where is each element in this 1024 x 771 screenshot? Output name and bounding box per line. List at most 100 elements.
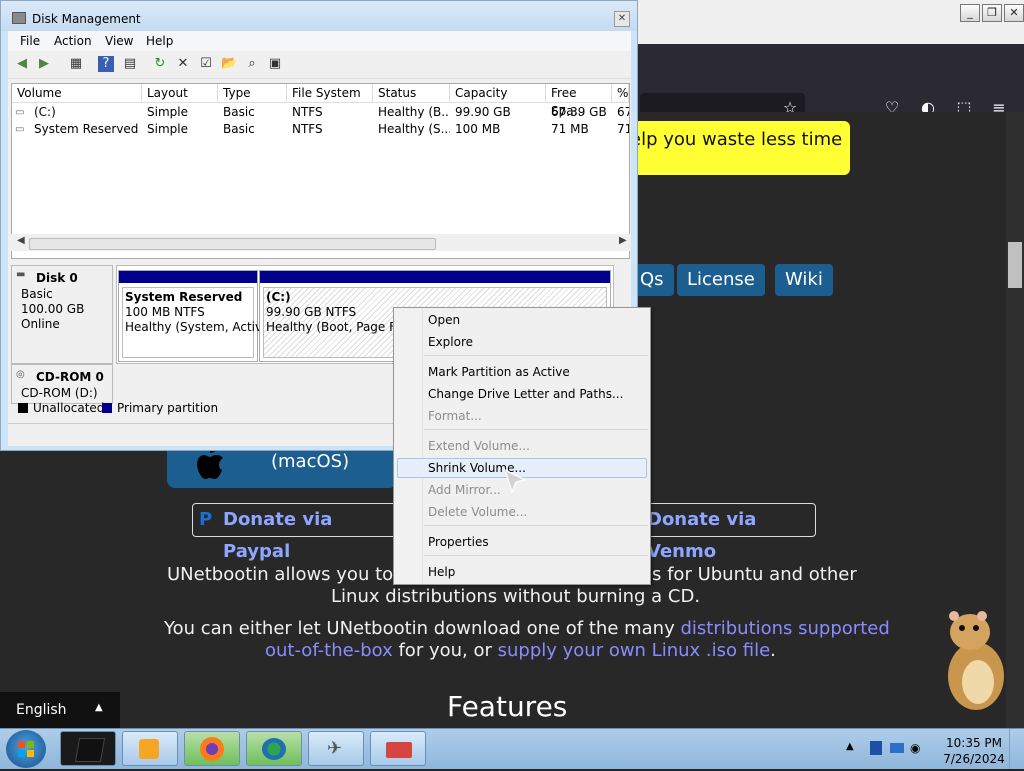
paypal-icon: P [199, 509, 213, 530]
scrollbar-thumb[interactable] [1008, 242, 1022, 288]
language-label: English [16, 702, 67, 718]
volume-type: Basic [223, 122, 255, 136]
column-capacity[interactable]: Capacity [450, 84, 546, 102]
taskbar-toolbox[interactable] [370, 731, 426, 766]
column-file-system[interactable]: File System [287, 84, 373, 102]
menu-item-extend-volume[interactable]: Extend Volume... [428, 436, 530, 456]
volume-name: System Reserved [34, 122, 139, 136]
donate-venmo-button[interactable]: Donate via Venmo [640, 503, 816, 562]
volume-status: Healthy (B... [378, 105, 450, 119]
taskbar-unetbootin[interactable]: ✈ [308, 731, 364, 766]
tray-volume-icon[interactable]: ◉ [910, 741, 920, 755]
taskbar-network[interactable] [246, 731, 302, 766]
menu-action[interactable]: Action [54, 34, 92, 48]
column-free-space[interactable]: Free Spa... [546, 84, 612, 118]
download-text-line2: out-of-the-box for you, or supply your o… [265, 640, 776, 661]
table-row[interactable]: ▭ System Reserved Simple Basic NTFS Heal… [12, 121, 629, 138]
menu-file[interactable]: File [20, 34, 40, 48]
volume-name: (C:) [34, 105, 56, 119]
donate-venmo-label: Donate via Venmo [647, 509, 757, 562]
scroll-right-icon[interactable]: ▶ [619, 235, 627, 246]
menu-separator [424, 429, 648, 430]
donate-paypal-button[interactable]: P Donate via Paypal [192, 503, 397, 562]
volume-fs: NTFS [292, 122, 323, 136]
volume-pct: 67 [617, 105, 629, 119]
menu-item-help[interactable]: Help [428, 562, 455, 582]
clock[interactable]: 10:35 PM 7/26/2024 [940, 735, 1008, 767]
properties-icon[interactable]: ▤ [122, 56, 138, 72]
menu-bar: File Action View Help [8, 31, 631, 51]
menu-item-open[interactable]: Open [428, 310, 460, 330]
legend-primary: Primary partition [117, 401, 219, 415]
refresh-icon[interactable]: ↻ [152, 56, 168, 72]
taskbar-app-window[interactable] [60, 731, 116, 766]
menu-item-add-mirror[interactable]: Add Mirror... [428, 480, 501, 500]
disk0-state: Online [21, 317, 60, 331]
scroll-left-icon[interactable]: ◀ [17, 235, 25, 246]
column-layout[interactable]: Layout [142, 84, 218, 102]
partition-status: Healthy (System, Active [125, 320, 270, 334]
volume-layout: Simple [147, 122, 188, 136]
column-percent-free[interactable]: % [612, 84, 629, 102]
minimize-button[interactable]: _ [960, 4, 980, 22]
disk0-panel[interactable]: ▬ Disk 0 Basic 100.00 GB Online [11, 265, 113, 364]
rocket-icon: ✈ [327, 738, 343, 759]
tray-network-icon[interactable] [890, 743, 904, 753]
mouse-cursor-icon [503, 468, 528, 495]
help-icon[interactable]: ? [98, 56, 114, 72]
disk-icon[interactable]: ▣ [267, 56, 283, 72]
menu-item-mark-active[interactable]: Mark Partition as Active [428, 362, 570, 382]
download-text-1: You can either let UNetbootin download o… [164, 618, 681, 639]
donate-paypal-label: Donate via Paypal [223, 509, 333, 562]
toolbar: ◀ ▶ ▦ ? ▤ ↻ ✕ ☑ 📂 ⌕ ▣ [8, 52, 631, 79]
features-heading: Features [447, 690, 568, 723]
menu-item-delete-volume[interactable]: Delete Volume... [428, 502, 527, 522]
black-window-icon [74, 738, 106, 762]
show-desktop-button[interactable] [1009, 729, 1024, 769]
cdrom-name: CD-ROM 0 [36, 370, 104, 384]
column-type[interactable]: Type [218, 84, 287, 102]
column-volume[interactable]: Volume [12, 84, 142, 102]
firefox-icon [200, 737, 224, 761]
open-folder-icon[interactable]: 📂 [221, 56, 237, 72]
menu-item-format[interactable]: Format... [428, 406, 482, 426]
column-status[interactable]: Status [373, 84, 450, 102]
menu-view[interactable]: View [105, 34, 133, 48]
nav-wiki-button[interactable]: Wiki [775, 264, 833, 296]
find-icon[interactable]: ⌕ [244, 56, 260, 72]
tray-security-icon[interactable] [870, 741, 882, 755]
disk-management-titlebar: Disk Management ✕ [1, 1, 637, 31]
partition-system-reserved[interactable]: System Reserved 100 MB NTFS Healthy (Sys… [118, 270, 270, 362]
check-icon[interactable]: ☑ [198, 56, 214, 72]
maximize-button[interactable]: ❐ [982, 4, 1002, 22]
close-button[interactable]: ✕ [1004, 4, 1024, 22]
partition-size: 100 MB NTFS [125, 305, 205, 319]
menu-item-explore[interactable]: Explore [428, 332, 473, 352]
language-selector[interactable]: English ▲ [0, 692, 120, 728]
supply-iso-link[interactable]: supply your own Linux .iso file [498, 640, 771, 661]
hscroll-thumb[interactable] [29, 238, 436, 250]
volume-fs: NTFS [292, 105, 323, 119]
menu-icon-strip [394, 308, 423, 584]
taskbar-media-player[interactable] [122, 731, 178, 766]
menu-item-change-drive-letter[interactable]: Change Drive Letter and Paths... [428, 384, 623, 404]
taskbar-firefox[interactable] [184, 731, 240, 766]
partition-size: 99.90 GB NTFS [266, 305, 357, 319]
distributions-link[interactable]: distributions supported [680, 618, 889, 639]
console-tree-icon[interactable]: ▦ [68, 56, 84, 72]
start-button[interactable] [6, 730, 46, 768]
table-row[interactable]: ▭ (C:) Simple Basic NTFS Healthy (B... 9… [12, 104, 629, 121]
back-arrow-icon[interactable]: ◀ [14, 56, 30, 72]
delete-icon[interactable]: ✕ [175, 56, 191, 72]
intro-text-2: Linux distributions without burning a CD… [331, 586, 701, 607]
out-of-the-box-link[interactable]: out-of-the-box [265, 640, 393, 661]
volume-list-hscrollbar[interactable]: ◀ ▶ [11, 234, 630, 251]
forward-arrow-icon[interactable]: ▶ [36, 56, 52, 72]
tray-expand-icon[interactable]: ▲ [846, 741, 854, 752]
cdrom-panel[interactable]: ◎ CD-ROM 0 CD-ROM (D:) [11, 364, 113, 404]
menu-item-properties[interactable]: Properties [428, 532, 489, 552]
hamster-mascot-image [948, 611, 1004, 710]
nav-license-button[interactable]: License [677, 264, 765, 296]
close-button[interactable]: ✕ [614, 11, 630, 27]
menu-help[interactable]: Help [146, 34, 173, 48]
